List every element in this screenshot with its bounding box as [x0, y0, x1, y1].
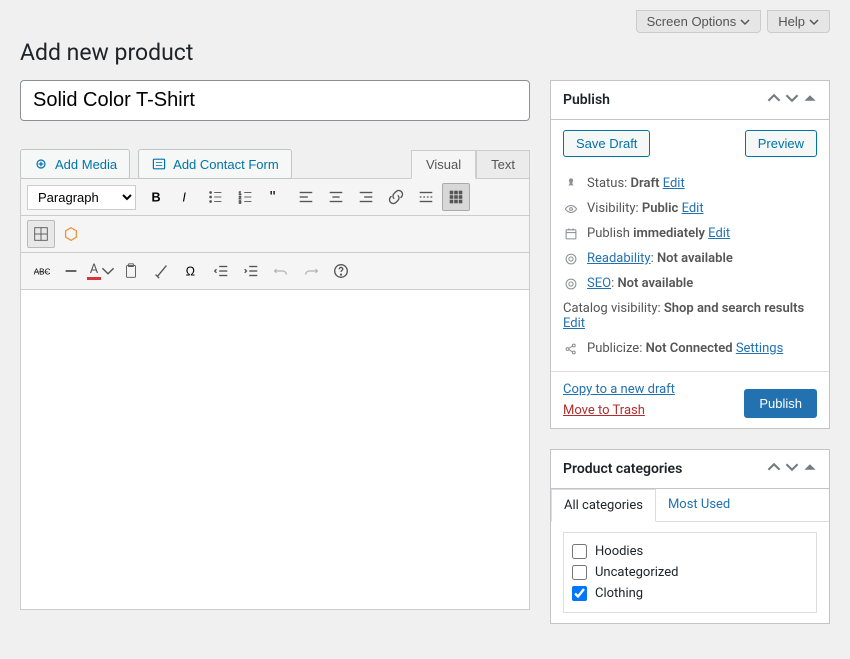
seo-icon [563, 277, 579, 291]
indent-button[interactable] [237, 257, 265, 285]
pin-icon [563, 177, 579, 191]
tab-most-used[interactable]: Most Used [656, 489, 742, 521]
publish-title: Publish [563, 92, 610, 108]
save-draft-button[interactable]: Save Draft [563, 130, 650, 157]
toggle-icon[interactable] [803, 460, 817, 478]
hr-button[interactable] [57, 257, 85, 285]
editor-toolbar-row1: Paragraph B I 123 " [20, 178, 530, 216]
move-up-icon[interactable] [767, 91, 781, 109]
edit-status-link[interactable]: Edit [663, 176, 685, 191]
chevron-down-icon [740, 17, 750, 27]
table-button[interactable] [27, 220, 55, 248]
format-select[interactable]: Paragraph [27, 185, 136, 210]
category-item[interactable]: Uncategorized [572, 562, 808, 583]
toolbar-toggle-button[interactable] [442, 183, 470, 211]
category-checkbox[interactable] [572, 586, 587, 601]
page-title: Add new product [20, 39, 830, 66]
link-button[interactable] [382, 183, 410, 211]
paste-text-button[interactable] [117, 257, 145, 285]
move-down-icon[interactable] [785, 91, 799, 109]
strikethrough-button[interactable]: ABC [27, 257, 55, 285]
copy-draft-link[interactable]: Copy to a new draft [563, 382, 675, 397]
chevron-down-icon [101, 262, 115, 280]
eye-icon [563, 202, 579, 216]
add-contact-form-button[interactable]: Add Contact Form [138, 149, 292, 179]
editor-toolbar-row3: ABC A Ω [20, 253, 530, 290]
align-right-button[interactable] [352, 183, 380, 211]
tab-visual[interactable]: Visual [411, 150, 476, 179]
tab-all-categories[interactable]: All categories [551, 489, 656, 522]
add-media-button[interactable]: Add Media [20, 149, 130, 179]
categories-title: Product categories [563, 461, 682, 477]
clear-format-button[interactable] [147, 257, 175, 285]
help-button[interactable]: Help [767, 10, 830, 33]
text-color-button[interactable]: A [87, 257, 115, 285]
screen-options-button[interactable]: Screen Options [636, 10, 762, 33]
italic-button[interactable]: I [172, 183, 200, 211]
svg-text:I: I [182, 191, 186, 205]
product-title-input[interactable] [20, 80, 530, 121]
edit-visibility-link[interactable]: Edit [682, 201, 704, 216]
editor-toolbar-row2 [20, 216, 530, 253]
readability-link[interactable]: Readability [587, 251, 651, 266]
preview-button[interactable]: Preview [745, 130, 817, 157]
category-checkbox[interactable] [572, 544, 587, 559]
category-item[interactable]: Hoodies [572, 541, 808, 562]
share-icon [563, 342, 579, 356]
editor-content-area[interactable] [20, 290, 530, 610]
special-char-button[interactable]: Ω [177, 257, 205, 285]
publish-box: Publish Save Draft Preview Status: Dra [550, 80, 830, 429]
category-item[interactable]: Clothing [572, 583, 808, 604]
publish-button[interactable]: Publish [744, 389, 817, 418]
edit-catalog-link[interactable]: Edit [563, 316, 585, 331]
calendar-icon [563, 227, 579, 241]
categories-box: Product categories All categories Most U… [550, 449, 830, 624]
move-up-icon[interactable] [767, 460, 781, 478]
tab-text[interactable]: Text [476, 150, 530, 179]
toggle-icon[interactable] [803, 91, 817, 109]
category-label: Clothing [595, 586, 643, 601]
bold-button[interactable]: B [142, 183, 170, 211]
category-label: Hoodies [595, 544, 643, 559]
form-icon [151, 156, 167, 172]
svg-text:3: 3 [239, 199, 242, 204]
chevron-down-icon [809, 17, 819, 27]
undo-button[interactable] [267, 257, 295, 285]
numbered-list-button[interactable]: 123 [232, 183, 260, 211]
media-icon [33, 156, 49, 172]
bullet-list-button[interactable] [202, 183, 230, 211]
category-list: Hoodies Uncategorized Clothing [563, 532, 817, 613]
readmore-button[interactable] [412, 183, 440, 211]
align-left-button[interactable] [292, 183, 320, 211]
help-icon-button[interactable] [327, 257, 355, 285]
quote-button[interactable]: " [262, 183, 290, 211]
category-label: Uncategorized [595, 565, 678, 580]
redo-button[interactable] [297, 257, 325, 285]
move-trash-link[interactable]: Move to Trash [563, 403, 645, 418]
block-button[interactable] [57, 220, 85, 248]
svg-text:B: B [152, 191, 161, 205]
publicize-settings-link[interactable]: Settings [736, 341, 783, 356]
edit-publish-date-link[interactable]: Edit [708, 226, 730, 241]
align-center-button[interactable] [322, 183, 350, 211]
outdent-button[interactable] [207, 257, 235, 285]
category-checkbox[interactable] [572, 565, 587, 580]
svg-text:": " [270, 188, 276, 206]
seo-link[interactable]: SEO [587, 276, 611, 291]
move-down-icon[interactable] [785, 460, 799, 478]
svg-text:Ω: Ω [186, 265, 195, 279]
readability-icon [563, 252, 579, 266]
